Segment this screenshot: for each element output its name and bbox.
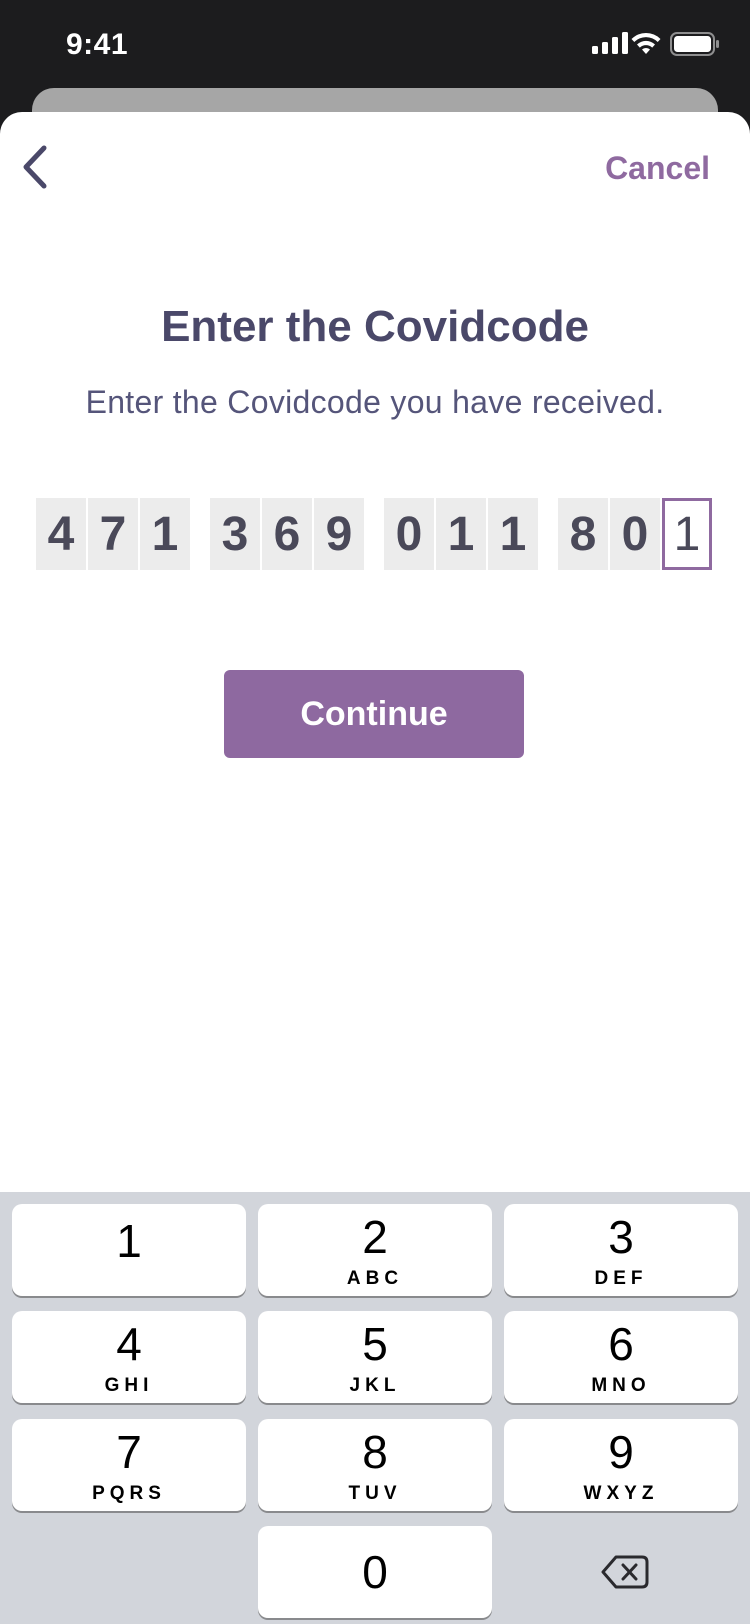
backspace-icon	[601, 1555, 649, 1589]
key-number: 9	[608, 1426, 634, 1478]
key-3[interactable]: 3 DEF	[504, 1204, 738, 1296]
key-number: 6	[608, 1318, 634, 1370]
code-digit-12[interactable]: 1	[662, 498, 712, 570]
key-number: 3	[608, 1211, 634, 1263]
key-8[interactable]: 8 TUV	[258, 1419, 492, 1511]
key-number: 1	[116, 1215, 142, 1267]
modal-sheet	[0, 112, 750, 1192]
key-letters: TUV	[348, 1483, 402, 1504]
key-letters: DEF	[594, 1268, 648, 1289]
backspace-key[interactable]	[504, 1526, 738, 1618]
code-digit-11[interactable]: 0	[610, 498, 660, 570]
key-9[interactable]: 9 WXYZ	[504, 1419, 738, 1511]
key-number: 4	[116, 1318, 142, 1370]
key-5[interactable]: 5 JKL	[258, 1311, 492, 1403]
code-digit-5[interactable]: 6	[262, 498, 312, 570]
key-2[interactable]: 2 ABC	[258, 1204, 492, 1296]
status-bar: 9:41	[0, 0, 750, 92]
page-subtitle: Enter the Covidcode you have received.	[85, 384, 665, 420]
key-number: 7	[116, 1426, 142, 1478]
key-number: 0	[362, 1546, 388, 1598]
key-number: 2	[362, 1211, 388, 1263]
key-letters: GHI	[104, 1375, 154, 1396]
cellular-signal-icon	[592, 32, 628, 54]
key-7[interactable]: 7 PQRS	[12, 1419, 246, 1511]
key-4[interactable]: 4 GHI	[12, 1311, 246, 1403]
key-number: 5	[362, 1318, 388, 1370]
status-time: 9:41	[66, 28, 129, 61]
code-digit-7[interactable]: 0	[384, 498, 434, 570]
key-letters: PQRS	[92, 1483, 166, 1504]
code-digit-1[interactable]: 4	[36, 498, 86, 570]
key-0[interactable]: 0	[258, 1526, 492, 1618]
code-digit-3[interactable]: 1	[140, 498, 190, 570]
code-digit-10[interactable]: 8	[558, 498, 608, 570]
key-number: 8	[362, 1426, 388, 1478]
cancel-button[interactable]: Cancel	[605, 150, 710, 187]
key-letters: MNO	[591, 1375, 651, 1396]
code-digit-9[interactable]: 1	[488, 498, 538, 570]
code-digit-6[interactable]: 9	[314, 498, 364, 570]
wifi-icon	[631, 32, 661, 54]
page-title: Enter the Covidcode	[161, 302, 589, 351]
code-digit-4[interactable]: 3	[210, 498, 260, 570]
code-digit-2[interactable]: 7	[88, 498, 138, 570]
key-letters: JKL	[349, 1375, 401, 1396]
key-letters: WXYZ	[583, 1483, 659, 1504]
battery-icon	[670, 32, 719, 56]
key-6[interactable]: 6 MNO	[504, 1311, 738, 1403]
code-digit-8[interactable]: 1	[436, 498, 486, 570]
continue-button[interactable]: Continue	[224, 670, 524, 758]
back-button[interactable]	[16, 142, 56, 192]
key-1[interactable]: 1	[12, 1204, 246, 1296]
key-letters: ABC	[346, 1268, 404, 1289]
chevron-left-icon	[23, 145, 47, 189]
